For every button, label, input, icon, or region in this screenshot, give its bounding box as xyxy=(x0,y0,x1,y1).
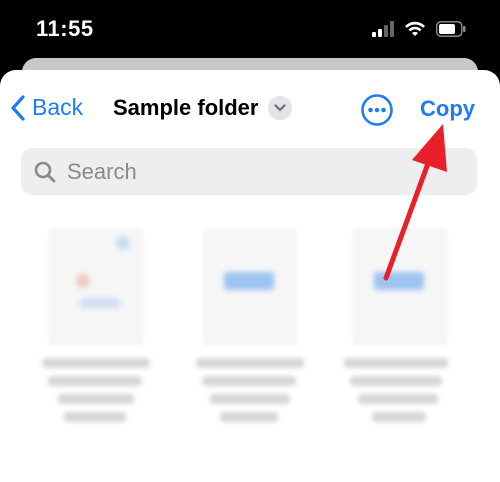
signal-icon xyxy=(372,21,394,37)
file-grid xyxy=(0,220,500,482)
status-icons xyxy=(372,21,466,37)
page-title: Sample folder xyxy=(113,95,259,120)
battery-icon xyxy=(436,21,466,37)
search-icon xyxy=(34,161,56,182)
back-button[interactable]: Back xyxy=(10,94,83,121)
title-area: Sample folder xyxy=(113,95,293,121)
navigation-bar: Back Sample folder Copy xyxy=(0,70,500,150)
copy-button[interactable]: Copy xyxy=(420,96,475,122)
status-time: 11:55 xyxy=(36,16,94,41)
folder-sheet: Back Sample folder Copy xyxy=(0,70,500,482)
more-icon xyxy=(361,94,393,126)
status-bar: 11:55 xyxy=(0,0,500,62)
title-menu-button[interactable] xyxy=(268,96,293,120)
wifi-icon xyxy=(405,21,425,36)
file-thumbnail xyxy=(202,228,298,346)
chevron-left-icon xyxy=(11,94,25,121)
file-thumbnail xyxy=(48,228,144,346)
search-input[interactable] xyxy=(65,157,449,186)
chevron-down-icon xyxy=(274,104,287,112)
more-button[interactable] xyxy=(360,93,394,127)
search-bar[interactable] xyxy=(21,148,477,195)
back-label: Back xyxy=(32,94,84,120)
file-thumbnail xyxy=(352,228,448,346)
